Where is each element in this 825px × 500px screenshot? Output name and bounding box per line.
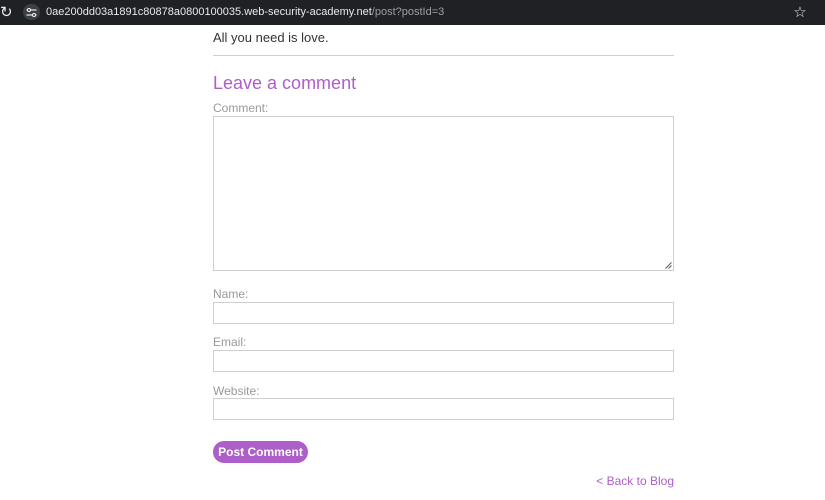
comment-textarea[interactable] bbox=[213, 116, 674, 271]
site-info-icon[interactable] bbox=[23, 4, 40, 20]
website-label: Website: bbox=[213, 384, 260, 398]
email-label: Email: bbox=[213, 335, 247, 349]
post-comment-button[interactable]: Post Comment bbox=[213, 441, 308, 463]
divider bbox=[213, 55, 674, 56]
name-label: Name: bbox=[213, 287, 249, 301]
resize-handle-icon[interactable] bbox=[665, 262, 672, 269]
reload-icon[interactable]: ↻ bbox=[0, 4, 13, 20]
back-to-blog-link[interactable]: < Back to Blog bbox=[596, 474, 674, 488]
url-path: /post?postId=3 bbox=[371, 6, 445, 18]
browser-toolbar: ↻ 0ae200dd03a1891c80878a0800100035.web-s… bbox=[0, 0, 825, 25]
url-host: 0ae200dd03a1891c80878a0800100035.web-sec… bbox=[46, 6, 372, 18]
comment-label: Comment: bbox=[213, 101, 269, 115]
address-bar-url[interactable]: 0ae200dd03a1891c80878a0800100035.web-sec… bbox=[46, 5, 444, 19]
star-icon[interactable]: ☆ bbox=[792, 3, 808, 21]
email-field[interactable] bbox=[213, 350, 674, 372]
comment-form-heading: Leave a comment bbox=[213, 73, 357, 93]
website-field[interactable] bbox=[213, 398, 674, 420]
post-closing-text: All you need is love. bbox=[213, 30, 329, 45]
name-field[interactable] bbox=[213, 302, 674, 324]
